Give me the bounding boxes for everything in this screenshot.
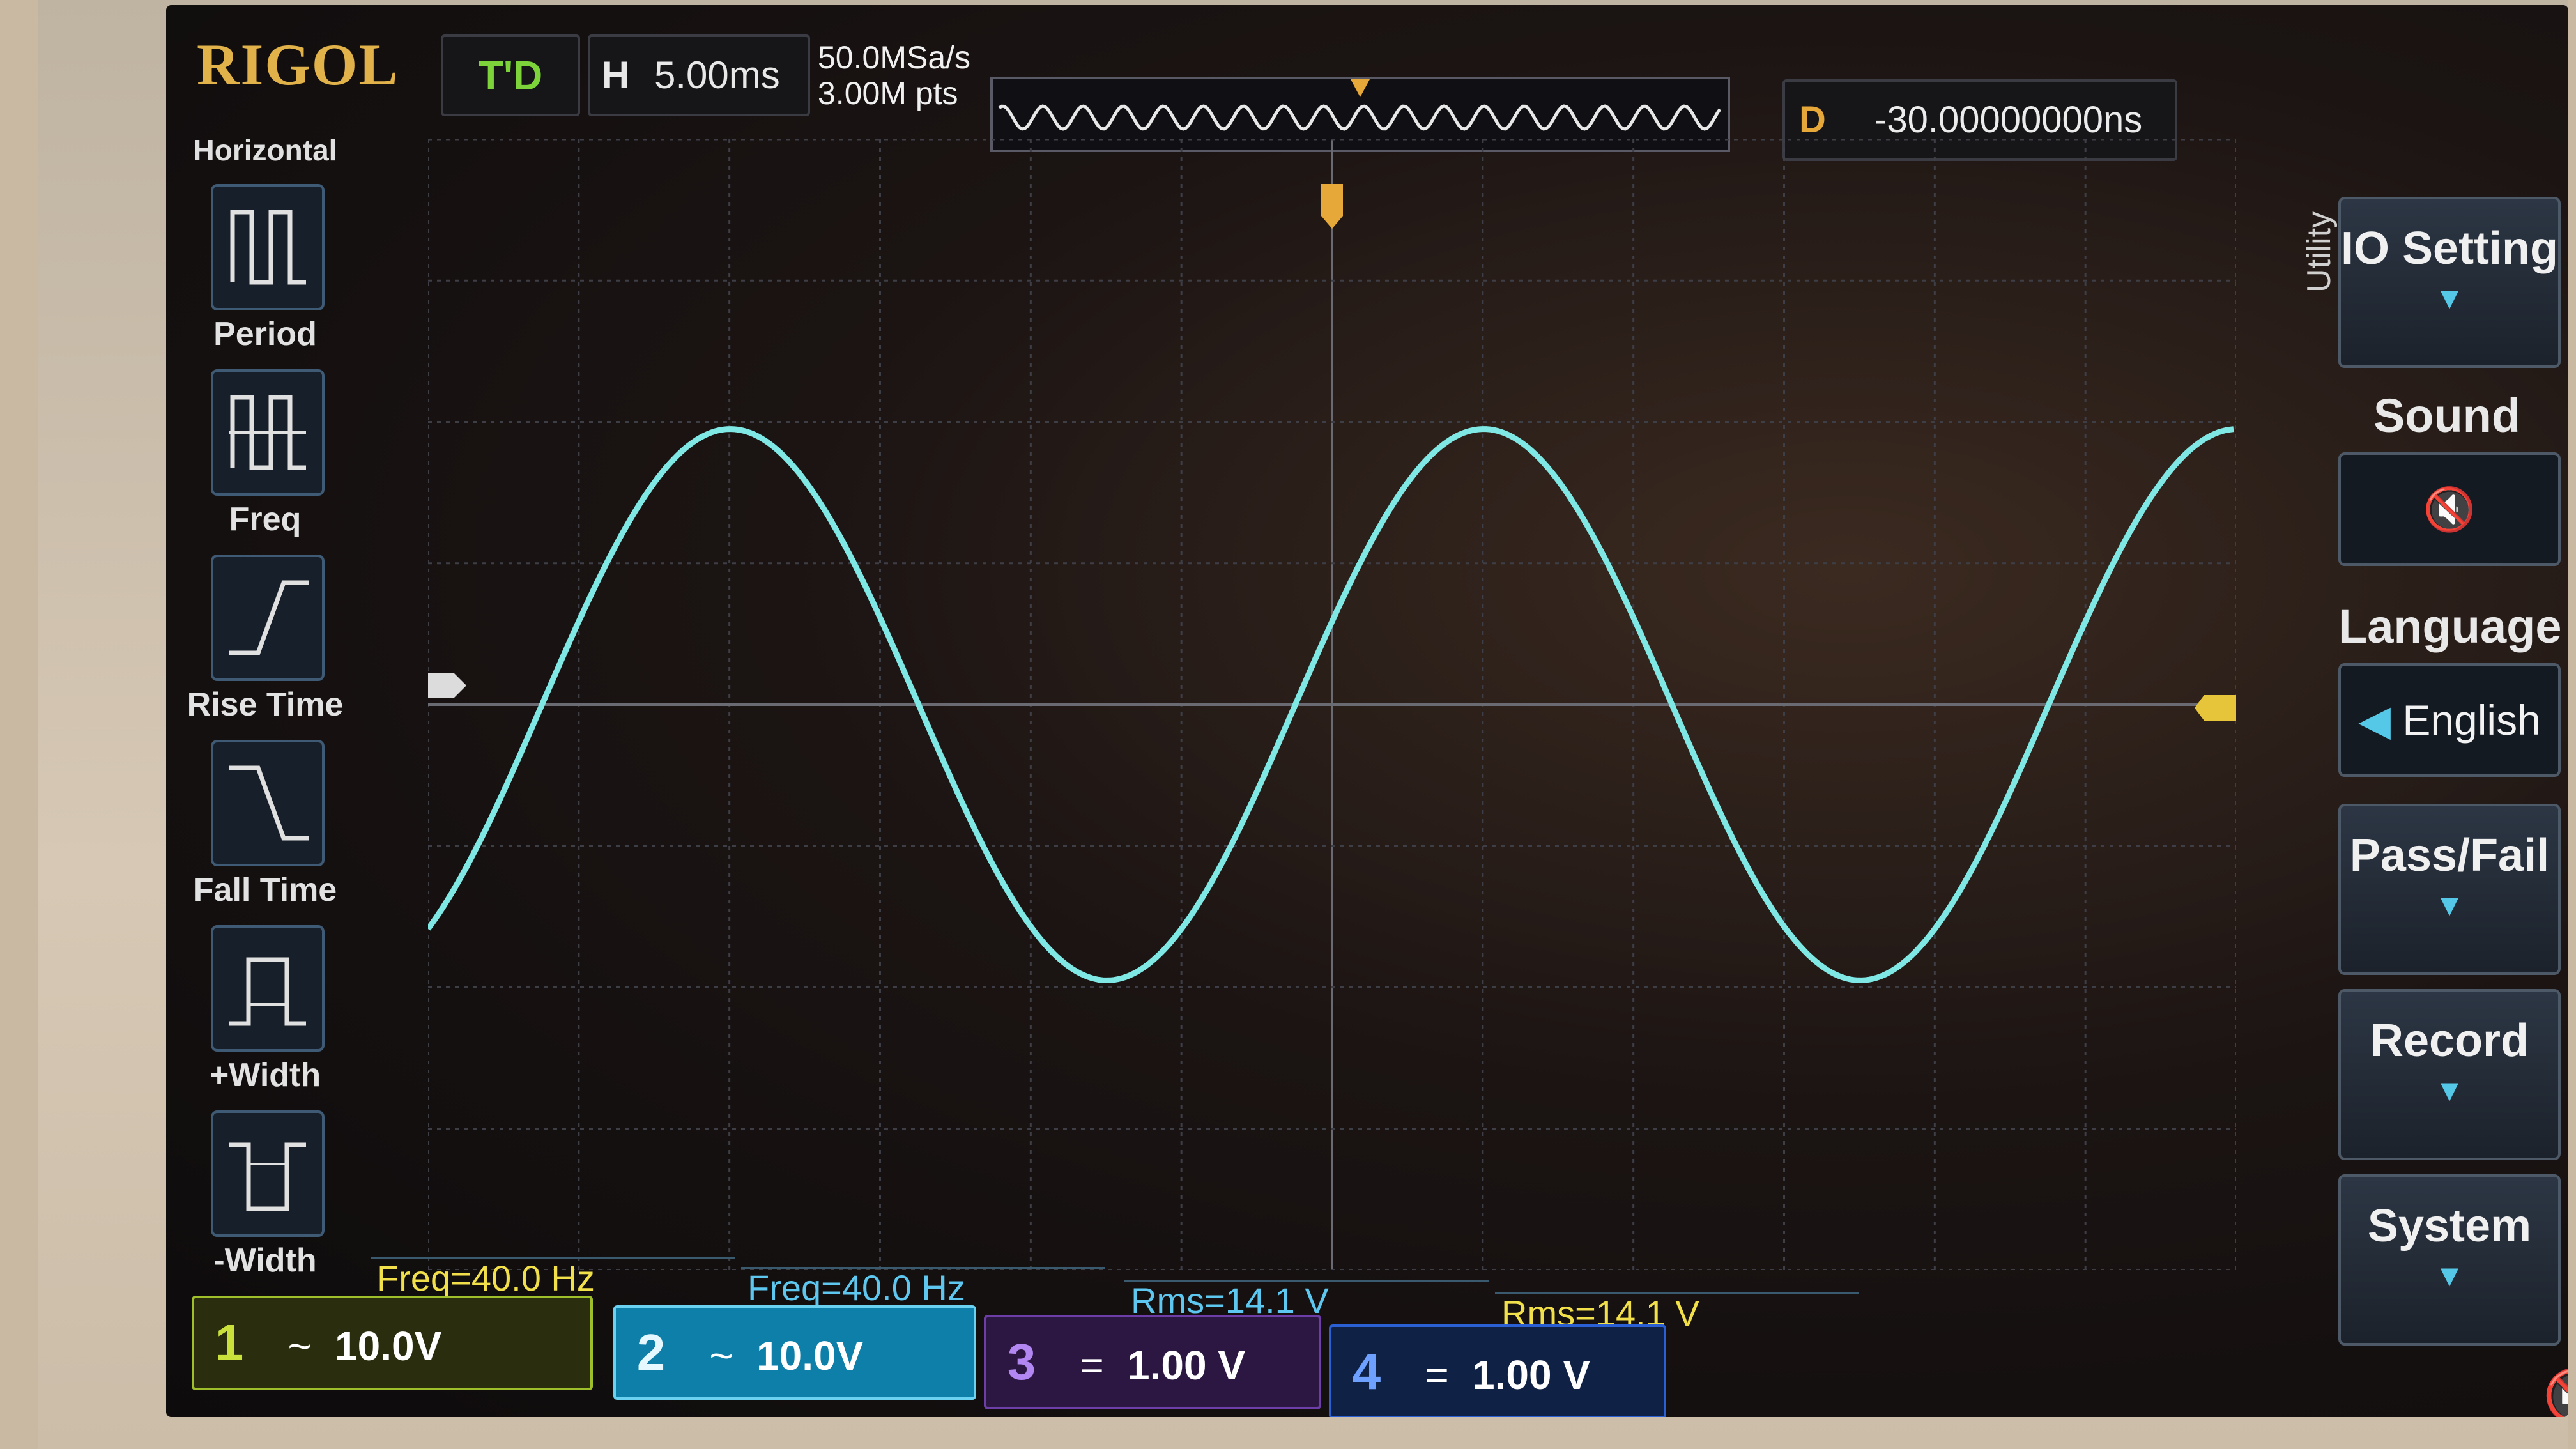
sample-rate: 50.0MSa/s xyxy=(818,40,971,75)
language-select[interactable]: ◀ English xyxy=(2338,663,2561,777)
channel-3-number: 3 xyxy=(1007,1333,1036,1390)
trigger-status: T'D xyxy=(441,34,580,116)
trigger-offset-value: -30.00000000ns xyxy=(1874,99,2143,141)
horizontal-timebase[interactable]: H 5.00ms xyxy=(588,34,810,116)
oscilloscope-screen: RIGOL T'D H 5.00ms 50.0MSa/s 3.00M pts D… xyxy=(166,5,2568,1417)
record-label: Record xyxy=(2370,1015,2529,1066)
measure-period-button[interactable]: Period xyxy=(172,184,358,363)
channel-1-coupling: ~ xyxy=(288,1323,312,1369)
fall-time-icon xyxy=(211,740,325,866)
brand-logo: RIGOL xyxy=(197,32,399,97)
memory-trigger-marker xyxy=(1351,79,1370,97)
record-button[interactable]: Record ▼ xyxy=(2338,989,2561,1160)
timebase-value: 5.00ms xyxy=(654,54,780,96)
graticule-lines xyxy=(427,138,2237,1271)
measure-positive-width-label: +Width xyxy=(209,1057,321,1094)
measure-negative-width-button[interactable]: -Width xyxy=(172,1110,358,1289)
channel-2-number: 2 xyxy=(636,1324,666,1381)
chevron-down-icon: ▼ xyxy=(2434,1259,2465,1293)
negative-width-icon xyxy=(211,1110,325,1237)
chevron-down-icon: ▼ xyxy=(2434,282,2465,316)
measure-freq-label: Freq xyxy=(229,501,302,538)
measure-menu-title: Horizontal xyxy=(193,134,337,167)
measure-fall-time-button[interactable]: Fall Time xyxy=(172,740,358,919)
channel-3-scale: 1.00 V xyxy=(1127,1342,1246,1388)
trigger-level-marker xyxy=(2195,695,2236,721)
measure-menu: Horizontal Period Freq Rise Time Fall Ti… xyxy=(172,133,358,1279)
channel-4-number: 4 xyxy=(1352,1343,1381,1400)
io-setting-label: IO Setting xyxy=(2341,223,2558,274)
utility-side-label: Utility xyxy=(2301,211,2338,293)
horizontal-label: H xyxy=(602,54,630,96)
measure-rise-time-button[interactable]: Rise Time xyxy=(172,555,358,733)
system-label: System xyxy=(2367,1200,2532,1252)
language-label: Language xyxy=(2338,600,2562,653)
channel-1-number: 1 xyxy=(215,1314,244,1371)
channel-3-button[interactable]: 3 = 1.00 V xyxy=(984,1315,1321,1409)
measure-positive-width-button[interactable]: +Width xyxy=(172,925,358,1104)
measure-period-label: Period xyxy=(213,316,317,353)
channel-bar: 1 ~10.0V 2 ~10.0V 3 = 1.00 V 4 = 1.00 V xyxy=(166,1264,1955,1417)
channel-2-button[interactable]: 2 ~10.0V xyxy=(613,1305,976,1400)
measure-freq-button[interactable]: Freq xyxy=(172,369,358,548)
channel-1-button[interactable]: 1 ~10.0V xyxy=(192,1296,593,1390)
positive-width-icon xyxy=(211,925,325,1052)
oscilloscope-bezel: RIGOL T'D H 5.00ms 50.0MSa/s 3.00M pts D… xyxy=(38,0,2568,1449)
language-value: English xyxy=(2402,696,2541,744)
io-setting-button[interactable]: IO Setting ▼ xyxy=(2338,197,2561,368)
channel-3-coupling: = xyxy=(1080,1342,1104,1388)
sound-toggle[interactable]: 🔇 xyxy=(2338,452,2561,566)
channel-1-scale: 10.0V xyxy=(335,1323,442,1369)
channel-2-coupling: ~ xyxy=(709,1333,733,1379)
waveform-display[interactable] xyxy=(415,138,2237,1271)
chevron-left-icon: ◀ xyxy=(2358,696,2403,744)
channel-4-scale: 1.00 V xyxy=(1472,1352,1591,1398)
sound-label: Sound xyxy=(2373,389,2521,442)
acquisition-info: 50.0MSa/s 3.00M pts xyxy=(818,40,970,111)
pass-fail-label: Pass/Fail xyxy=(2349,830,2550,881)
period-icon xyxy=(211,184,325,310)
measure-fall-time-label: Fall Time xyxy=(193,871,337,908)
measure-rise-time-label: Rise Time xyxy=(187,686,344,723)
speaker-mute-icon: 🔇 xyxy=(2423,486,2476,533)
waveform-graticule xyxy=(415,138,2237,1271)
ch2-offset-marker xyxy=(415,673,466,698)
memory-depth: 3.00M pts xyxy=(818,75,958,111)
trigger-offset-label: D xyxy=(1799,99,1826,141)
chevron-down-icon: ▼ xyxy=(2434,1074,2465,1108)
channel-4-button[interactable]: 4 = 1.00 V xyxy=(1329,1324,1666,1417)
utility-menu: Utility IO Setting ▼ Sound 🔇 Language ◀ … xyxy=(2300,197,2568,1347)
speaker-mute-status-icon: 🔇 xyxy=(2543,1366,2568,1417)
chevron-down-icon: ▼ xyxy=(2434,889,2465,923)
channel-4-coupling: = xyxy=(1425,1352,1449,1398)
system-button[interactable]: System ▼ xyxy=(2338,1174,2561,1346)
pass-fail-button[interactable]: Pass/Fail ▼ xyxy=(2338,804,2561,975)
rise-time-icon xyxy=(211,555,325,681)
channel-2-scale: 10.0V xyxy=(756,1333,864,1379)
status-bar: RIGOL T'D H 5.00ms 50.0MSa/s 3.00M pts D… xyxy=(166,5,2568,161)
frequency-icon xyxy=(211,369,325,496)
trigger-position-marker xyxy=(1321,184,1343,229)
